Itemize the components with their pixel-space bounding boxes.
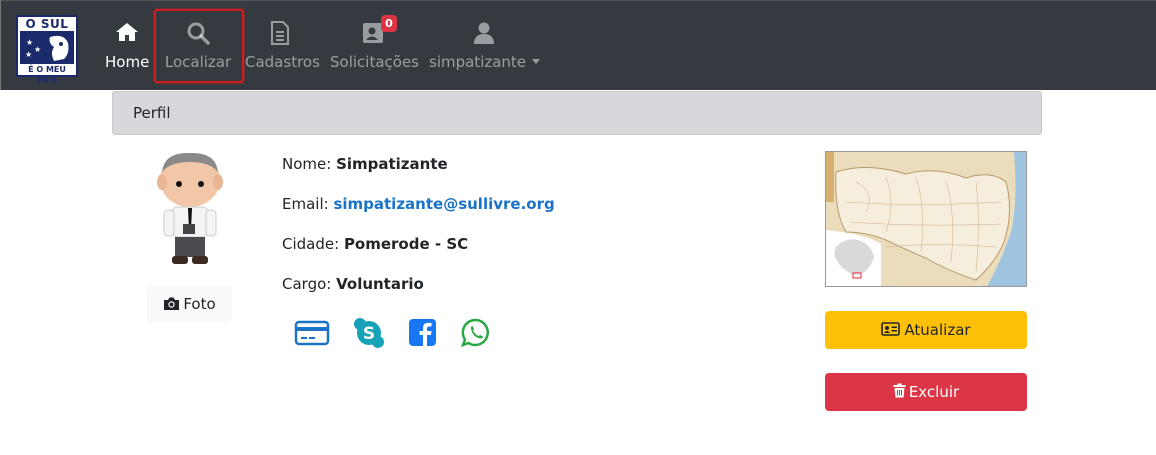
user-icon xyxy=(429,21,539,49)
field-cidade-value: Pomerode - SC xyxy=(343,235,469,253)
nav-solicitacoes[interactable]: Solicitações xyxy=(330,15,419,77)
nav-cadastros-label: Cadastros xyxy=(245,53,320,71)
svg-text:★: ★ xyxy=(25,50,32,59)
document-icon xyxy=(245,21,315,49)
contact-card-icon xyxy=(330,21,416,49)
whatsapp-icon[interactable] xyxy=(460,318,494,348)
photo-button-label: Foto xyxy=(183,295,216,313)
logo-bottom-text: É O MEU PAÍS xyxy=(28,65,66,85)
svg-text:S: S xyxy=(363,324,375,344)
photo-button[interactable]: Foto xyxy=(147,286,232,323)
field-cargo-value: Voluntario xyxy=(336,275,424,293)
logo-emblem: ★ ★ ★ xyxy=(20,31,74,64)
trash-icon xyxy=(893,374,906,412)
field-nome-label: Nome: xyxy=(282,155,337,173)
field-email-label: Email: xyxy=(282,195,334,213)
update-button[interactable]: Atualizar xyxy=(825,311,1027,349)
svg-text:★: ★ xyxy=(34,45,41,54)
field-cargo-label: Cargo: xyxy=(282,275,337,293)
logo-top-text: O SUL xyxy=(25,17,69,31)
nav-user-dropdown[interactable]: simpatizante xyxy=(429,15,541,77)
user-name: simpatizante xyxy=(429,53,527,71)
field-cargo: Cargo: Voluntario xyxy=(282,274,424,294)
brand-logo[interactable]: O SUL ★ ★ ★ É O MEU PAÍS xyxy=(16,15,78,85)
facebook-icon[interactable] xyxy=(407,318,441,348)
skype-icon[interactable]: S xyxy=(353,318,387,348)
delete-button-label: Excluir xyxy=(908,383,960,401)
nav-solicitacoes-label: Solicitações xyxy=(330,53,419,71)
focus-highlight xyxy=(154,9,244,83)
field-nome: Nome: Simpatizante xyxy=(282,154,448,174)
field-nome-value: Simpatizante xyxy=(336,155,448,173)
id-card-icon xyxy=(881,312,901,350)
home-icon xyxy=(105,21,149,49)
nav-user-label: simpatizante xyxy=(429,53,541,71)
camera-icon xyxy=(163,288,180,325)
nav-home[interactable]: Home xyxy=(105,15,149,77)
location-map xyxy=(825,151,1027,287)
caret-down-icon xyxy=(532,59,541,64)
nav-home-label: Home xyxy=(105,53,150,71)
field-cidade: Cidade: Pomerode - SC xyxy=(282,234,468,254)
card-header: Perfil xyxy=(112,91,1042,135)
credit-card-icon[interactable] xyxy=(294,318,330,348)
field-email: Email: simpatizante@sullivre.org xyxy=(282,194,555,214)
notification-badge: 0 xyxy=(381,15,397,32)
nav-cadastros[interactable]: Cadastros xyxy=(245,15,320,77)
delete-button[interactable]: Excluir xyxy=(825,373,1027,411)
update-button-label: Atualizar xyxy=(904,321,971,339)
email-link[interactable]: simpatizante@sullivre.org xyxy=(333,195,554,213)
field-cidade-label: Cidade: xyxy=(282,235,344,253)
svg-text:★: ★ xyxy=(26,38,33,47)
avatar xyxy=(150,150,230,268)
navbar: O SUL ★ ★ ★ É O MEU PAÍS Home Localizar … xyxy=(0,0,1156,90)
